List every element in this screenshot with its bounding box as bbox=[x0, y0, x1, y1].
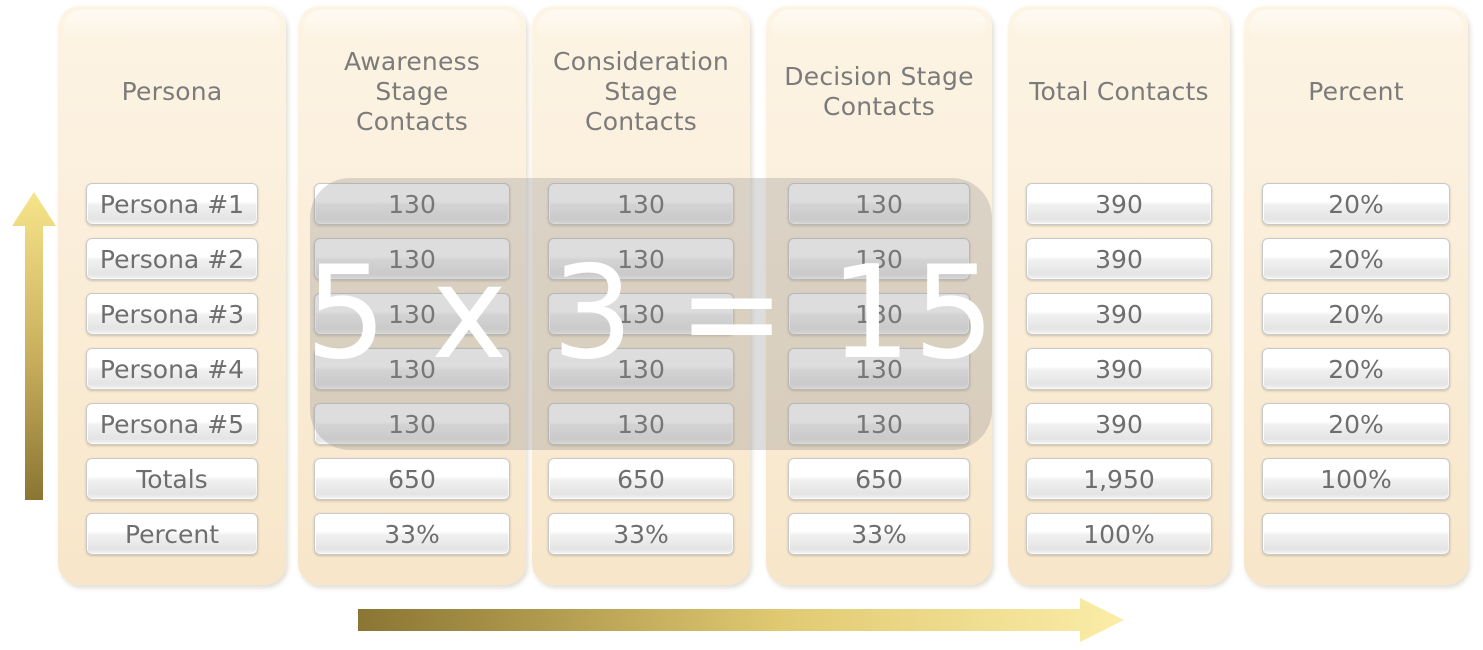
column-header-persona: Persona bbox=[121, 77, 223, 106]
cell-value: 650 bbox=[617, 464, 665, 494]
cell-value: Persona #4 bbox=[99, 354, 245, 384]
cell-total-row-1[interactable]: 390 bbox=[1026, 183, 1212, 225]
cell-value: 1,950 bbox=[1083, 464, 1155, 494]
cell-total-row-2[interactable]: 390 bbox=[1026, 238, 1212, 280]
cell-total-row-5[interactable]: 390 bbox=[1026, 403, 1212, 445]
cell-total-row-4[interactable]: 390 bbox=[1026, 348, 1212, 390]
cell-value: 20% bbox=[1328, 189, 1384, 219]
cell-value: 20% bbox=[1328, 409, 1384, 439]
cell-value: Persona #3 bbox=[99, 299, 245, 329]
cell-value: Persona #1 bbox=[99, 189, 245, 219]
cell-value: 390 bbox=[1095, 189, 1143, 219]
cell-total-row-6[interactable]: 1,950 bbox=[1026, 458, 1212, 500]
cell-decision-row-7[interactable]: 33% bbox=[788, 513, 970, 555]
cell-percent-row-7[interactable] bbox=[1262, 513, 1450, 555]
diagram-canvas: Persona Persona #1 Persona #2 Persona #3 Per… bbox=[0, 0, 1483, 650]
cell-percent-row-4[interactable]: 20% bbox=[1262, 348, 1450, 390]
cell-percent-row-2[interactable]: 20% bbox=[1262, 238, 1450, 280]
cell-value: Persona #5 bbox=[99, 409, 245, 439]
cell-percent-row-5[interactable]: 20% bbox=[1262, 403, 1450, 445]
cell-value: 390 bbox=[1095, 409, 1143, 439]
cell-persona-row-3[interactable]: Persona #3 bbox=[86, 293, 258, 335]
cell-total-row-3[interactable]: 390 bbox=[1026, 293, 1212, 335]
cell-value: Totals bbox=[136, 464, 208, 494]
cell-decision-row-6[interactable]: 650 bbox=[788, 458, 970, 500]
cell-percent-row-6[interactable]: 100% bbox=[1262, 458, 1450, 500]
cell-value: 20% bbox=[1328, 299, 1384, 329]
column-header-total: Total Contacts bbox=[1029, 77, 1209, 106]
cell-value: 650 bbox=[855, 464, 903, 494]
cell-value: 100% bbox=[1083, 519, 1155, 549]
column-header-percent: Percent bbox=[1308, 77, 1404, 106]
cell-value: 390 bbox=[1095, 354, 1143, 384]
cell-percent-row-1[interactable]: 20% bbox=[1262, 183, 1450, 225]
cell-persona-row-1[interactable]: Persona #1 bbox=[86, 183, 258, 225]
cell-value: Percent bbox=[124, 519, 220, 549]
cell-value: 33% bbox=[613, 519, 669, 549]
cell-value: 33% bbox=[384, 519, 440, 549]
cell-value: 390 bbox=[1095, 244, 1143, 274]
cell-persona-row-4[interactable]: Persona #4 bbox=[86, 348, 258, 390]
cell-value: 20% bbox=[1328, 244, 1384, 274]
cell-value: 20% bbox=[1328, 354, 1384, 384]
cell-value: 650 bbox=[388, 464, 436, 494]
cell-value: 100% bbox=[1320, 464, 1392, 494]
cell-awareness-row-7[interactable]: 33% bbox=[314, 513, 510, 555]
horizontal-arrow-icon bbox=[358, 598, 1124, 642]
column-header-consideration: Consideration Stage Contacts bbox=[553, 47, 729, 136]
cell-persona-row-7[interactable]: Percent bbox=[86, 513, 258, 555]
cell-consideration-row-7[interactable]: 33% bbox=[548, 513, 734, 555]
cell-total-row-7[interactable]: 100% bbox=[1026, 513, 1212, 555]
column-header-decision: Decision Stage Contacts bbox=[784, 62, 974, 121]
vertical-arrow-icon bbox=[12, 192, 56, 500]
cell-persona-row-5[interactable]: Persona #5 bbox=[86, 403, 258, 445]
cell-value: 390 bbox=[1095, 299, 1143, 329]
cell-percent-row-3[interactable]: 20% bbox=[1262, 293, 1450, 335]
cell-persona-row-2[interactable]: Persona #2 bbox=[86, 238, 258, 280]
cell-value: 33% bbox=[851, 519, 907, 549]
column-header-awareness: Awareness Stage Contacts bbox=[343, 47, 481, 136]
cell-awareness-row-6[interactable]: 650 bbox=[314, 458, 510, 500]
matrix-equation-label: 5 x 3 = 15 bbox=[305, 239, 997, 388]
cell-value: Persona #2 bbox=[99, 244, 245, 274]
cell-persona-row-6[interactable]: Totals bbox=[86, 458, 258, 500]
cell-consideration-row-6[interactable]: 650 bbox=[548, 458, 734, 500]
